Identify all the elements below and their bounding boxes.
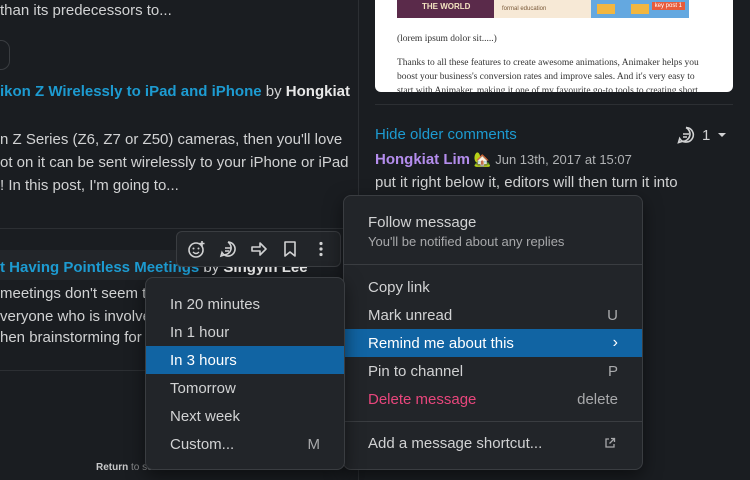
menu-separator	[344, 421, 642, 422]
remind-option[interactable]: In 20 minutes	[146, 290, 344, 318]
post-excerpt-line: n Z Series (Z6, Z7 or Z50) cameras, then…	[0, 131, 343, 148]
post-title-row: ikon Z Wirelessly to iPad and iPhone by …	[0, 83, 350, 100]
preview-banner: THE WORLD formal education key post 1	[397, 0, 689, 18]
caret-down-icon	[718, 133, 727, 137]
comment-author[interactable]: Hongkiat Lim	[375, 151, 470, 168]
remind-option-label: Next week	[170, 407, 241, 425]
mark-unread-label: Mark unread	[368, 306, 453, 324]
banner-graphic: key post 1	[591, 0, 689, 18]
remind-submenu: In 20 minutes In 1 hour In 3 hours Tomor…	[145, 277, 345, 470]
delete-message-item[interactable]: Delete message delete	[344, 385, 642, 413]
preview-caption: (lorem ipsum dolor sit.....)	[397, 34, 497, 44]
remind-option[interactable]: Next week	[146, 402, 344, 430]
banner-badge: key post 1	[651, 2, 685, 10]
more-actions-icon[interactable]	[308, 236, 334, 262]
copy-link-item[interactable]: Copy link	[344, 273, 642, 301]
message-actions-toolbar	[176, 231, 341, 267]
preview-body-line: Thanks to all these features to create a…	[397, 58, 699, 68]
follow-message-label: Follow message	[368, 213, 477, 231]
remind-option[interactable]: Tomorrow	[146, 374, 344, 402]
remind-option-selected[interactable]: In 3 hours	[146, 346, 344, 374]
external-link-icon	[605, 437, 616, 448]
post-author[interactable]: Hongkiat	[286, 83, 350, 100]
delete-message-label: Delete message	[368, 390, 477, 408]
remind-option-custom[interactable]: Custom... M	[146, 430, 344, 458]
menu-separator	[344, 264, 642, 265]
post-excerpt-line: ot on it can be sent wirelessly to your …	[0, 154, 349, 171]
post-excerpt-line: meetings don't seem to	[0, 285, 155, 302]
post-link[interactable]: t Having Pointless Meetings	[0, 259, 199, 276]
separator	[0, 228, 358, 229]
add-reaction-icon[interactable]	[184, 236, 210, 262]
pin-shortcut: P	[607, 362, 618, 380]
separator	[375, 104, 733, 105]
mark-unread-shortcut: U	[607, 306, 618, 324]
reply-in-thread-icon[interactable]	[215, 236, 241, 262]
message-context-menu: Follow message You'll be notified about …	[343, 195, 643, 470]
remind-option-label: In 3 hours	[170, 351, 237, 369]
remind-me-item[interactable]: Remind me about this ›	[344, 329, 642, 357]
chevron-right-icon: ›	[612, 334, 618, 351]
pin-to-channel-item[interactable]: Pin to channel P	[344, 357, 642, 385]
remind-option-label: Custom...	[170, 435, 235, 453]
author-emoji: 🏡	[473, 151, 492, 167]
add-message-shortcut-item[interactable]: Add a message shortcut...	[344, 429, 642, 457]
remind-option-label: In 20 minutes	[170, 295, 261, 313]
custom-shortcut: M	[307, 435, 321, 453]
comment-icon	[677, 126, 695, 144]
preview-body-line: boost your business's conversion rates a…	[397, 72, 695, 82]
pin-to-channel-label: Pin to channel	[368, 362, 464, 380]
add-message-shortcut-label: Add a message shortcut...	[368, 434, 543, 452]
comment-timestamp[interactable]: Jun 13th, 2017 at 15:07	[495, 152, 632, 167]
link-preview-image: THE WORLD formal education key post 1 (l…	[375, 0, 733, 92]
delete-shortcut: delete	[577, 390, 618, 408]
post-excerpt-line: ! In this post, I'm going to...	[0, 177, 179, 194]
scroll-indicator	[0, 40, 10, 70]
hide-older-comments-link[interactable]: Hide older comments	[375, 126, 517, 143]
preview-body-line: start with Animaker, making it one of my…	[397, 86, 698, 92]
by-label: by	[265, 83, 282, 100]
remind-option-label: In 1 hour	[170, 323, 230, 341]
comment-header: Hongkiat Lim 🏡 Jun 13th, 2017 at 15:07	[375, 151, 632, 168]
remind-me-label: Remind me about this	[368, 334, 514, 352]
follow-message-item[interactable]: Follow message	[344, 208, 642, 236]
post-excerpt-line: veryone who is involve	[0, 308, 151, 325]
banner-subtitle: formal education	[494, 0, 591, 18]
mark-unread-item[interactable]: Mark unread U	[344, 301, 642, 329]
remind-option[interactable]: In 1 hour	[146, 318, 344, 346]
bookmark-icon[interactable]	[277, 236, 303, 262]
banner-title: THE WORLD	[397, 0, 494, 18]
copy-link-label: Copy link	[368, 278, 430, 296]
share-forward-icon[interactable]	[246, 236, 272, 262]
feed-text-line: than its predecessors to...	[0, 2, 172, 19]
post-excerpt-line: hen brainstorming for v	[0, 329, 154, 346]
remind-option-label: Tomorrow	[170, 379, 236, 397]
reply-count: 1	[702, 126, 711, 144]
post-link[interactable]: ikon Z Wirelessly to iPad and iPhone	[0, 83, 262, 100]
thread-count-button[interactable]: 1	[676, 125, 728, 145]
follow-message-subtitle: You'll be notified about any replies	[368, 234, 565, 249]
comment-text: put it right below it, editors will then…	[375, 174, 678, 191]
